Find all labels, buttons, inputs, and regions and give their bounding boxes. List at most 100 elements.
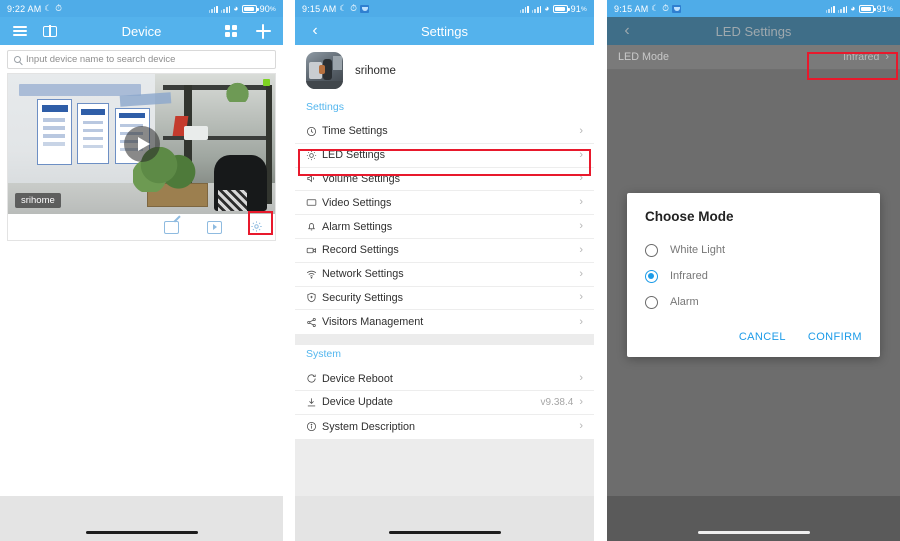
battery-icon	[552, 4, 570, 13]
led-mode-label: LED Mode	[618, 51, 670, 63]
section-divider	[295, 334, 594, 346]
avatar	[306, 52, 343, 89]
refresh-icon	[306, 373, 322, 384]
settings-row-label: LED Settings	[322, 149, 386, 162]
chevron-right-icon: ›	[579, 124, 583, 137]
settings-row-time-settings[interactable]: Time Settings ›	[295, 120, 594, 144]
chevron-right-icon: ›	[579, 220, 583, 233]
radio-button-icon[interactable]	[645, 243, 658, 257]
settings-row-video-settings[interactable]: Video Settings ›	[295, 191, 594, 216]
wifi-icon: ◕	[850, 3, 856, 14]
dialog-actions: CANCEL CONFIRM	[645, 331, 862, 349]
three-phone-screenshot-composite: 9:22 AM ☾ ⏱ ◕ 90% Device Input device na…	[0, 0, 900, 541]
thumb-white-box	[184, 125, 209, 140]
split-screen-button[interactable]	[39, 20, 61, 42]
battery-icon	[858, 4, 876, 13]
settings-row-label: Visitors Management	[322, 316, 424, 329]
signal-bars-icon	[208, 5, 218, 13]
settings-row-label: Video Settings	[322, 196, 392, 209]
status-bar: 9:15 AM ☾ ⏱ ◕ 91%	[295, 0, 594, 17]
led-mode-row[interactable]: LED Mode Infrared ›	[607, 45, 900, 70]
hamburger-menu-button[interactable]	[9, 20, 31, 42]
status-bar-left: 9:22 AM ☾ ⏱	[7, 4, 62, 14]
settings-row-record-settings[interactable]: Record Settings ›	[295, 239, 594, 263]
status-bar-right: ◕ 91%	[519, 3, 588, 14]
radio-button-icon[interactable]	[645, 295, 658, 309]
add-device-button[interactable]	[252, 20, 274, 42]
device-card-actions	[8, 214, 275, 240]
alarm-icon: ⏱	[350, 3, 358, 14]
system-row-label: Device Update	[322, 396, 393, 409]
led-mode-value: Infrared	[843, 51, 880, 63]
system-row-system-description[interactable]: System Description ›	[295, 415, 594, 439]
page-title: Settings	[421, 23, 468, 39]
battery-percent: 90%	[259, 3, 276, 14]
signal-bars-icon	[825, 5, 835, 13]
thumb-poster-2	[77, 103, 110, 164]
cell-signal-icon	[837, 5, 848, 13]
nav-bar: Device	[0, 17, 283, 45]
battery-percent: 91%	[570, 3, 587, 14]
option-alarm[interactable]: Alarm	[645, 289, 862, 315]
chevron-right-icon: ›	[579, 148, 583, 161]
settings-row-label: Volume Settings	[322, 172, 401, 185]
camera-thumbnail[interactable]: srihome	[8, 74, 275, 214]
chevron-left-icon: ‹	[312, 22, 318, 39]
device-settings-button[interactable]	[250, 220, 265, 235]
option-white-light[interactable]: White Light	[645, 237, 862, 263]
back-button[interactable]: ‹	[304, 20, 326, 42]
settings-row-network-settings[interactable]: Network Settings ›	[295, 263, 594, 287]
search-area: Input device name to search device	[0, 45, 283, 73]
system-row-device-reboot[interactable]: Device Reboot ›	[295, 367, 594, 391]
thumb-shelf-mid	[162, 135, 270, 141]
settings-row-visitors-management[interactable]: Visitors Management ›	[295, 310, 594, 334]
nav-bar: ‹ LED Settings	[607, 17, 900, 45]
settings-page-body: srihome Settings Time Settings › LED Set…	[295, 45, 594, 541]
moon-icon: ☾	[651, 3, 660, 14]
split-screen-icon	[43, 25, 57, 37]
system-list: Device Reboot › Device Update v9.38.4 › …	[295, 367, 594, 439]
option-infrared[interactable]: Infrared	[645, 263, 862, 289]
system-row-label: System Description	[322, 420, 416, 433]
settings-row-label: Alarm Settings	[322, 220, 393, 233]
plus-icon	[255, 23, 271, 39]
download-icon	[306, 397, 322, 408]
playback-icon[interactable]	[207, 220, 222, 234]
radio-button-selected-icon[interactable]	[645, 269, 658, 283]
share-icon	[306, 317, 322, 328]
app-notification-icon	[360, 4, 370, 13]
home-indicator[interactable]	[85, 530, 198, 534]
status-time: 9:15 AM	[614, 3, 649, 14]
alarm-icon: ⏱	[662, 3, 670, 14]
home-indicator[interactable]	[388, 530, 501, 534]
device-profile[interactable]: srihome	[295, 45, 594, 98]
camcorder-icon	[306, 245, 322, 256]
camera-name-label: srihome	[15, 193, 61, 208]
settings-row-alarm-settings[interactable]: Alarm Settings ›	[295, 215, 594, 239]
edit-icon[interactable]	[164, 220, 179, 234]
cell-signal-icon	[220, 5, 231, 13]
dialog-title: Choose Mode	[645, 209, 734, 224]
wifi-icon: ◕	[544, 3, 550, 14]
play-icon[interactable]	[123, 126, 160, 162]
battery-percent-value: 91	[570, 3, 582, 14]
thumb-plant-top	[216, 82, 259, 102]
confirm-button[interactable]: CONFIRM	[808, 331, 862, 343]
phone-screen-settings: 9:15 AM ☾ ⏱ ◕ 91% ‹ Settings srihome Set…	[295, 0, 594, 541]
device-card: srihome	[7, 73, 276, 241]
home-indicator-area	[0, 496, 283, 541]
settings-row-led-settings[interactable]: LED Settings ›	[295, 144, 594, 168]
settings-row-volume-settings[interactable]: Volume Settings ›	[295, 168, 594, 192]
system-row-device-update[interactable]: Device Update v9.38.4 ›	[295, 391, 594, 415]
back-button[interactable]: ‹	[616, 20, 638, 42]
status-bar-left: 9:15 AM ☾ ⏱	[302, 3, 370, 14]
battery-percent: 91%	[876, 3, 893, 14]
gear-icon	[251, 220, 262, 232]
signal-bars-icon	[519, 5, 529, 13]
chevron-right-icon: ›	[579, 267, 583, 280]
search-input[interactable]: Input device name to search device	[7, 50, 276, 69]
cancel-button[interactable]: CANCEL	[739, 331, 786, 343]
grid-view-button[interactable]	[220, 20, 242, 42]
home-indicator[interactable]	[697, 530, 810, 534]
settings-row-security-settings[interactable]: Security Settings ›	[295, 287, 594, 311]
